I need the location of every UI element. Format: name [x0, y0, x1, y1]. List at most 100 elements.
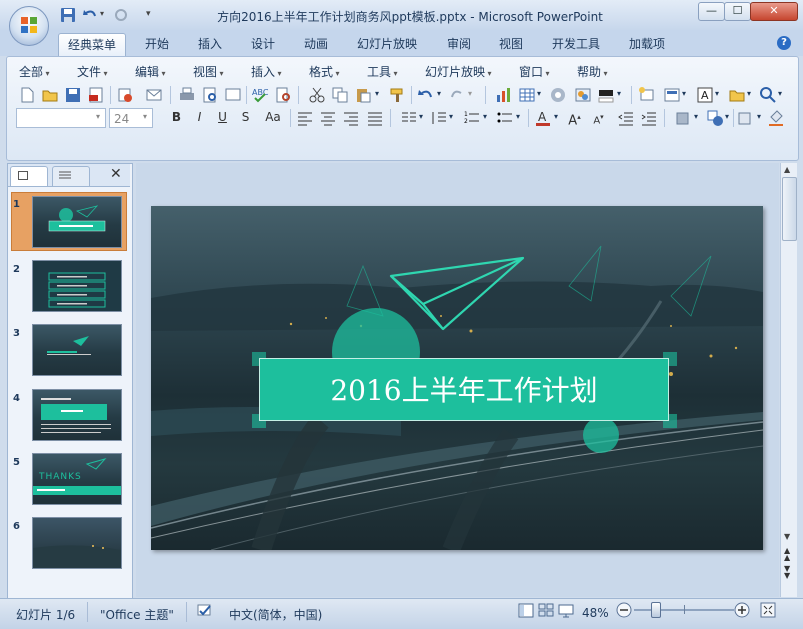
menu-help[interactable]: 帮助 — [577, 63, 608, 80]
menu-slideshow[interactable]: 幻灯片放映 — [425, 63, 492, 80]
theme-dropdown-icon[interactable]: ▾ — [747, 89, 751, 98]
slide-thumbnail-4[interactable] — [32, 389, 122, 441]
save-icon[interactable] — [64, 86, 82, 104]
tab-slides[interactable] — [10, 166, 48, 186]
table-dropdown-icon[interactable]: ▾ — [537, 89, 541, 98]
align-right-icon[interactable] — [342, 109, 360, 127]
tab-animation[interactable]: 动画 — [297, 33, 335, 55]
line-spacing-icon[interactable] — [430, 109, 448, 127]
save-as-pdf-icon[interactable] — [87, 86, 105, 104]
office-button[interactable] — [9, 6, 49, 46]
slide-title[interactable]: 2016上半年工作计划 — [260, 359, 668, 422]
bullets-dropdown-icon[interactable]: ▾ — [516, 112, 520, 121]
tab-home[interactable]: 开始 — [138, 33, 176, 55]
columns-dropdown-icon[interactable]: ▾ — [419, 112, 423, 121]
underline-button[interactable]: U — [214, 109, 231, 126]
send-email-icon[interactable] — [145, 86, 163, 104]
find-icon[interactable] — [759, 86, 777, 104]
redo-dropdown-icon[interactable]: ▾ — [468, 89, 472, 98]
increase-indent-icon[interactable] — [640, 109, 658, 127]
font-size-dropdown-icon[interactable]: ▾ — [143, 112, 147, 121]
tab-classic-menu[interactable]: 经典菜单 — [58, 33, 126, 56]
undo-dropdown-icon[interactable]: ▾ — [437, 89, 441, 98]
new-document-icon[interactable] — [18, 86, 36, 104]
tab-developer[interactable]: 开发工具 — [546, 33, 606, 55]
language-label[interactable]: 中文(简体，中国) — [229, 606, 322, 623]
research-icon[interactable] — [274, 86, 292, 104]
save-icon[interactable] — [60, 7, 76, 23]
minimize-button[interactable]: — — [698, 2, 725, 21]
tab-slideshow[interactable]: 幻灯片放映 — [350, 33, 424, 55]
paste-icon[interactable] — [354, 86, 372, 104]
arrange-icon[interactable] — [737, 109, 755, 127]
scroll-up-icon[interactable]: ▲ — [784, 165, 790, 174]
maximize-button[interactable]: ☐ — [724, 2, 751, 21]
menu-all[interactable]: 全部 — [19, 63, 50, 80]
shape-fill-icon[interactable] — [675, 109, 693, 127]
tab-insert[interactable]: 插入 — [191, 33, 229, 55]
slide-layout-icon[interactable] — [663, 86, 681, 104]
grow-font-button[interactable]: A▴ — [566, 109, 583, 128]
find-dropdown-icon[interactable]: ▾ — [778, 89, 782, 98]
tab-outline[interactable] — [52, 166, 90, 186]
numbering-icon[interactable]: 12 — [463, 109, 481, 127]
spelling-icon[interactable]: ABC — [251, 86, 269, 104]
vertical-scrollbar[interactable]: ▲ ▼ ▲ ▲ ▼ ▼ — [780, 163, 797, 597]
help-icon[interactable]: ? — [777, 36, 791, 50]
zoom-level[interactable]: 48% — [582, 606, 609, 620]
close-button[interactable]: ✕ — [750, 2, 798, 21]
shapes-icon[interactable] — [706, 109, 724, 127]
close-pane-icon[interactable]: ✕ — [110, 166, 122, 182]
menu-tools[interactable]: 工具 — [367, 63, 398, 80]
font-color-icon[interactable]: A — [534, 109, 552, 127]
justify-icon[interactable] — [366, 109, 384, 127]
fill-color-icon[interactable] — [597, 86, 615, 104]
numbering-dropdown-icon[interactable]: ▾ — [483, 112, 487, 121]
previous-slide-icon[interactable]: ▲ ▲ — [784, 547, 790, 562]
normal-view-icon[interactable] — [224, 86, 242, 104]
columns-icon[interactable] — [400, 109, 418, 127]
shadow-button[interactable]: S — [237, 109, 254, 126]
font-name-dropdown-icon[interactable]: ▾ — [96, 112, 100, 121]
menu-edit[interactable]: 编辑 — [135, 63, 166, 80]
slide-thumbnail-6[interactable] — [32, 517, 122, 569]
normal-view-icon[interactable] — [518, 603, 534, 618]
align-left-icon[interactable] — [296, 109, 314, 127]
slide-thumbnail-5[interactable]: THANKS — [32, 453, 122, 505]
undo-dropdown-icon[interactable]: ▾ — [100, 9, 104, 18]
insert-picture-icon[interactable] — [574, 86, 592, 104]
open-folder-icon[interactable] — [41, 86, 59, 104]
change-case-button[interactable]: Aa — [262, 109, 284, 126]
line-spacing-dropdown-icon[interactable]: ▾ — [449, 112, 453, 121]
text-box-icon[interactable]: A — [696, 86, 714, 104]
fit-to-window-icon[interactable] — [760, 602, 776, 618]
decrease-indent-icon[interactable] — [617, 109, 635, 127]
tab-design[interactable]: 设计 — [244, 33, 282, 55]
slideshow-icon[interactable] — [558, 603, 574, 618]
undo-icon[interactable] — [82, 7, 98, 23]
slide-thumbnail-1[interactable] — [32, 196, 122, 248]
shapes-dropdown-icon[interactable]: ▾ — [725, 112, 729, 121]
insert-clipart-icon[interactable] — [549, 86, 567, 104]
next-slide-icon[interactable]: ▼ ▼ — [784, 565, 790, 580]
copy-icon[interactable] — [331, 86, 349, 104]
customize-qat-icon[interactable]: ▾ — [146, 9, 151, 19]
print-icon[interactable] — [178, 86, 196, 104]
menu-insert[interactable]: 插入 — [251, 63, 282, 80]
italic-button[interactable]: I — [191, 109, 208, 126]
format-painter-icon[interactable] — [389, 86, 407, 104]
slide-thumbnail-3[interactable] — [32, 324, 122, 376]
permission-icon[interactable] — [116, 86, 134, 104]
font-color-dropdown-icon[interactable]: ▾ — [554, 112, 558, 121]
tab-view[interactable]: 视图 — [492, 33, 530, 55]
arrange-dropdown-icon[interactable]: ▾ — [757, 112, 761, 121]
current-slide[interactable]: 2016上半年工作计划 — [151, 206, 763, 550]
redo-icon[interactable] — [448, 86, 466, 104]
layout-dropdown-icon[interactable]: ▾ — [682, 89, 686, 98]
menu-file[interactable]: 文件 — [77, 63, 108, 80]
paint-bucket-icon[interactable] — [767, 109, 785, 127]
shape-fill-dropdown-icon[interactable]: ▾ — [694, 112, 698, 121]
slide-thumbnail-2[interactable] — [32, 260, 122, 312]
zoom-out-icon[interactable] — [616, 602, 632, 618]
tab-review[interactable]: 审阅 — [440, 33, 478, 55]
